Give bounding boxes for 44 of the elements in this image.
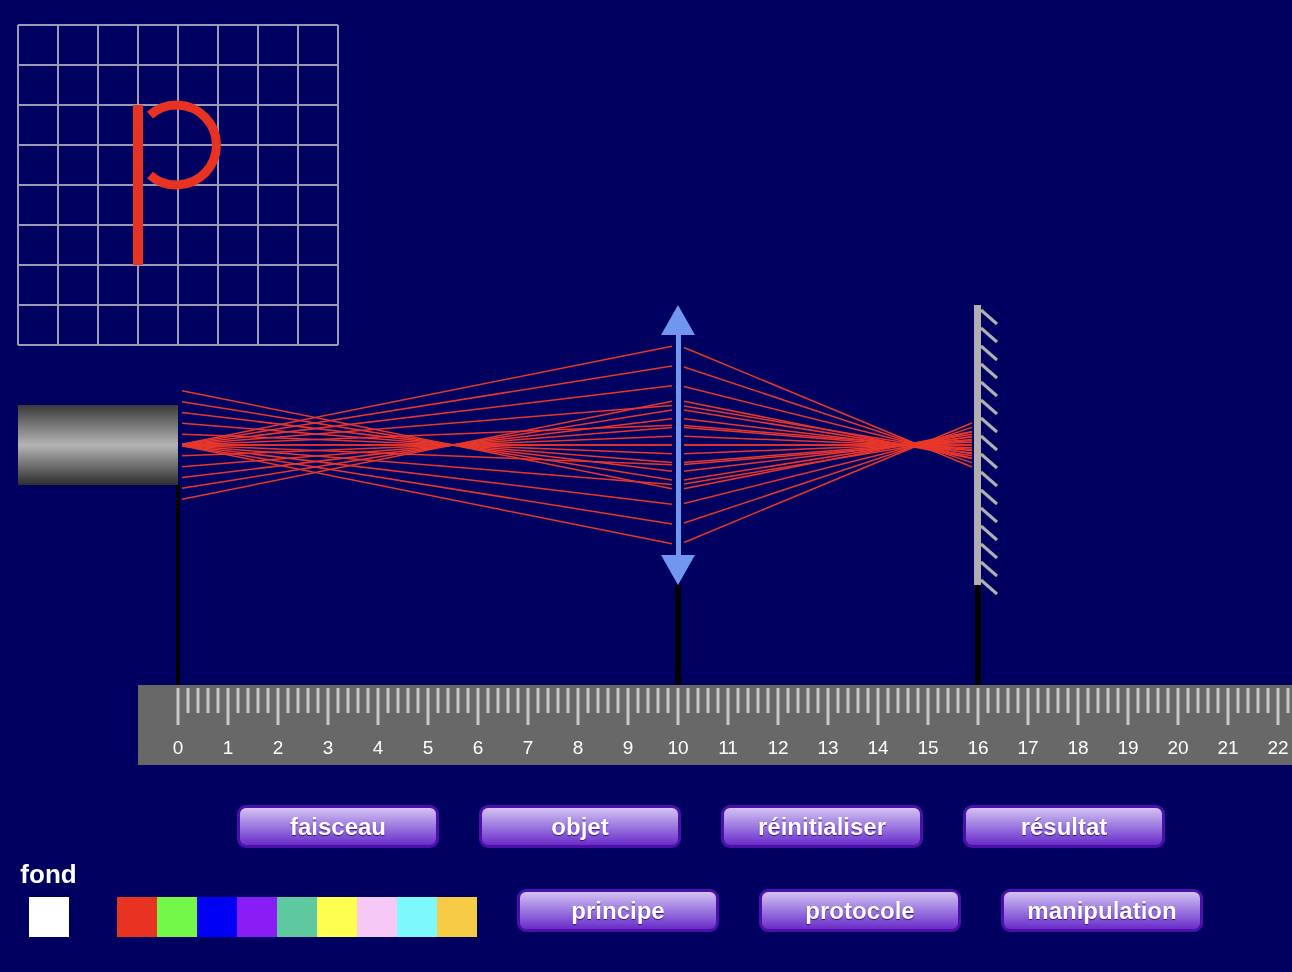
menu-button[interactable]: faisceau: [237, 805, 439, 848]
ruler-label: 9: [622, 737, 634, 758]
color-swatch[interactable]: [157, 897, 197, 937]
ruler-label: 22: [1267, 737, 1289, 758]
ruler-label: 19: [1117, 737, 1139, 758]
menu-button[interactable]: objet: [479, 805, 681, 848]
background-label: fond: [20, 859, 77, 889]
ruler-label: 1: [222, 737, 234, 758]
color-swatch[interactable]: [277, 897, 317, 937]
color-swatch[interactable]: [237, 897, 277, 937]
color-swatch[interactable]: [397, 897, 437, 937]
ruler-label: 15: [917, 737, 939, 758]
menu-button[interactable]: manipulation: [1001, 889, 1203, 932]
menu-button[interactable]: protocole: [759, 889, 961, 932]
mirror[interactable]: [974, 305, 998, 596]
ruler-label: 7: [522, 737, 534, 758]
ruler-label: 21: [1217, 737, 1239, 758]
ruler-label: 6: [472, 737, 484, 758]
color-swatch[interactable]: [117, 897, 157, 937]
ruler-label: 17: [1017, 737, 1039, 758]
ruler-label: 4: [372, 737, 384, 758]
ruler-label: 8: [572, 737, 584, 758]
menu-button[interactable]: résultat: [963, 805, 1165, 848]
ruler-label: 0: [172, 737, 184, 758]
menu-button[interactable]: principe: [517, 889, 719, 932]
ruler-label: 2: [272, 737, 284, 758]
lens[interactable]: [661, 305, 695, 585]
color-swatch[interactable]: [317, 897, 357, 937]
ruler-label: 13: [817, 737, 839, 758]
color-swatch[interactable]: [437, 897, 477, 937]
color-swatch[interactable]: [197, 897, 237, 937]
ruler-label: 12: [767, 737, 789, 758]
ruler-label: 3: [322, 737, 334, 758]
color-swatch[interactable]: [28, 897, 69, 937]
light-source[interactable]: [18, 405, 178, 485]
ruler-label: 16: [967, 737, 989, 758]
menu-button[interactable]: réinitialiser: [721, 805, 923, 848]
ruler-label: 20: [1167, 737, 1189, 758]
ruler-label: 5: [422, 737, 434, 758]
color-swatch[interactable]: [357, 897, 397, 937]
ruler-label: 11: [718, 737, 738, 758]
ruler-label: 18: [1067, 737, 1089, 758]
ruler-label: 14: [867, 737, 889, 758]
ruler-label: 10: [667, 737, 689, 758]
